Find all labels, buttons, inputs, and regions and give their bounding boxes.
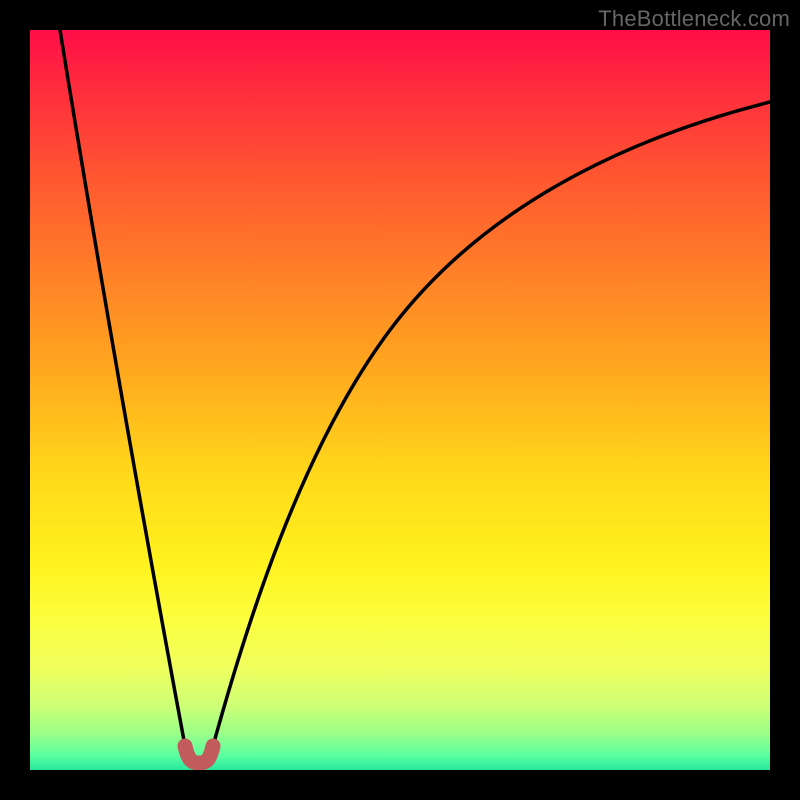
outer-frame: TheBottleneck.com	[0, 0, 800, 800]
curve-left-branch	[60, 30, 185, 746]
plot-area	[30, 30, 770, 770]
bottleneck-curve	[30, 30, 770, 770]
watermark-text: TheBottleneck.com	[598, 6, 790, 32]
curve-right-branch	[213, 102, 770, 746]
minimum-u-highlight	[185, 746, 213, 763]
